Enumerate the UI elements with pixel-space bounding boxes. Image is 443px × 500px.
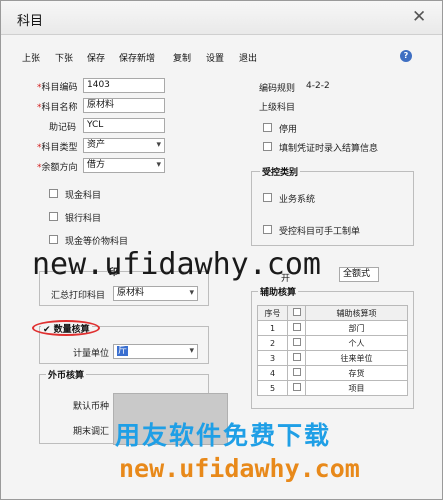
business-system-checkbox[interactable] [263, 193, 272, 202]
row-no: 1 [257, 320, 288, 336]
balance-label: *余额方向 [37, 163, 78, 173]
aux-title: 辅助核算 [258, 285, 299, 298]
summary-print-select[interactable]: 原材料 [113, 286, 198, 301]
col-item: 辅助核算项 [305, 305, 408, 321]
copy-button[interactable]: 复制 [173, 51, 191, 64]
manual-voucher-label: 受控科目可手工制单 [279, 227, 361, 237]
disabled-label: 停用 [279, 125, 298, 135]
type-select[interactable]: 资产 [83, 138, 165, 153]
row-checkbox[interactable] [292, 338, 301, 346]
type-label: *科目类型 [37, 143, 78, 153]
title-bar: 科目 ✕ [1, 1, 442, 35]
row-checkbox[interactable] [292, 383, 301, 391]
row-checkbox[interactable] [292, 323, 301, 331]
currency-label: 默认币种 [73, 402, 110, 412]
save-button[interactable]: 保存 [87, 51, 105, 64]
row-no: 5 [257, 380, 288, 396]
row-check[interactable] [287, 380, 306, 396]
settings-button[interactable]: 设置 [206, 51, 224, 64]
controlled-title: 受控类别 [260, 165, 301, 178]
row-item: 部门 [305, 320, 408, 336]
watermark-url-bottom: new.ufidawhy.com [119, 454, 360, 483]
table-row[interactable]: 5 项目 [257, 380, 408, 396]
voucher-label: 填制凭证时录入结算信息 [279, 144, 379, 154]
next-button[interactable]: 下张 [55, 51, 73, 64]
help-icon[interactable]: ? [400, 50, 412, 62]
name-label: *科目名称 [37, 103, 78, 113]
exit-button[interactable]: 退出 [239, 51, 257, 64]
unit-label: 计量单位 [73, 349, 110, 359]
rule-label: 编码规则 [259, 84, 296, 94]
row-checkbox[interactable] [292, 353, 301, 361]
code-input[interactable]: 1403 [83, 78, 165, 93]
prev-button[interactable]: 上张 [22, 51, 40, 64]
col-check[interactable] [287, 305, 306, 321]
row-item: 项目 [305, 380, 408, 396]
row-item: 个人 [305, 335, 408, 351]
parent-label: 上级科目 [259, 103, 296, 113]
table-header-row: 序号 辅助核算项 [257, 305, 408, 321]
aux-table: 序号 辅助核算项 1 部门 2 个人 3 往来单位 4 存货 5 项目 [257, 305, 408, 396]
bank-label: 银行科目 [65, 214, 102, 224]
window-title: 科目 [17, 14, 44, 29]
row-checkbox[interactable] [292, 368, 301, 376]
disabled-checkbox[interactable] [263, 123, 272, 132]
row-item: 存货 [305, 365, 408, 381]
row-check[interactable] [287, 320, 306, 336]
display-format-select[interactable]: 全额式 [339, 267, 379, 282]
col-no: 序号 [257, 305, 288, 321]
unit-value: 斤 [117, 346, 129, 356]
foreign-title: 外币核算 [46, 368, 87, 381]
highlight-ring [32, 320, 100, 336]
rate-label: 期末调汇 [73, 427, 110, 437]
cash-checkbox[interactable] [49, 189, 58, 198]
mnemonic-label: 助记码 [49, 123, 77, 133]
name-input[interactable]: 原材料 [83, 98, 165, 113]
table-row[interactable]: 2 个人 [257, 335, 408, 351]
rule-value: 4-2-2 [306, 81, 330, 91]
code-label: *科目编码 [37, 83, 78, 93]
table-row[interactable]: 3 往来单位 [257, 350, 408, 366]
summary-print-label: 汇总打印科目 [51, 291, 106, 301]
account-dialog: 科目 ✕ 上张 下张 保存 保存新增 复制 设置 退出 ? *科目编码 1403… [0, 0, 443, 500]
row-check[interactable] [287, 350, 306, 366]
voucher-checkbox[interactable] [263, 142, 272, 151]
bank-checkbox[interactable] [49, 212, 58, 221]
row-check[interactable] [287, 365, 306, 381]
table-row[interactable]: 4 存货 [257, 365, 408, 381]
row-no: 3 [257, 350, 288, 366]
row-check[interactable] [287, 335, 306, 351]
watermark-slogan: 用友软件免费下载 [115, 421, 332, 450]
cash-equivalent-label: 现金等价物科目 [65, 237, 129, 247]
cash-label: 现金科目 [65, 191, 102, 201]
manual-voucher-checkbox[interactable] [263, 225, 272, 234]
select-all-checkbox[interactable] [292, 308, 301, 316]
unit-select[interactable]: 斤 [113, 344, 198, 359]
row-item: 往来单位 [305, 350, 408, 366]
close-icon[interactable]: ✕ [412, 7, 426, 27]
business-system-label: 业务系统 [279, 195, 316, 205]
row-no: 4 [257, 365, 288, 381]
toolbar: 上张 下张 保存 保存新增 复制 设置 退出 ? [1, 45, 442, 69]
watermark-url-top: new.ufidawhy.com [32, 247, 321, 282]
row-no: 2 [257, 335, 288, 351]
save-new-button[interactable]: 保存新增 [119, 51, 155, 64]
mnemonic-input[interactable]: YCL [83, 118, 165, 133]
cash-equivalent-checkbox[interactable] [49, 235, 58, 244]
table-row[interactable]: 1 部门 [257, 320, 408, 336]
balance-select[interactable]: 借方 [83, 158, 165, 173]
